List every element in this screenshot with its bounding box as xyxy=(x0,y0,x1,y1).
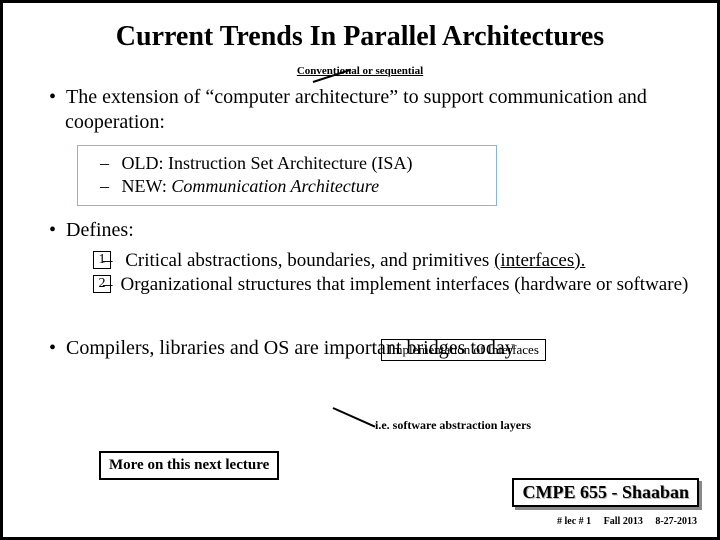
sub-old: OLD: Instruction Set Architecture (ISA) xyxy=(100,152,484,175)
number-box-1: 1 xyxy=(93,251,111,269)
footer-date: 8-27-2013 xyxy=(655,516,697,527)
define-row-1: 1 Critical abstractions, boundaries, and… xyxy=(31,249,689,273)
bullet-3: Compilers, libraries and OS are importan… xyxy=(49,336,689,361)
implementation-box: Implementation of Interfaces xyxy=(381,339,546,361)
more-next-lecture-box: More on this next lecture xyxy=(99,451,279,480)
sub-new: NEW: Communication Architecture xyxy=(100,175,484,198)
slide: Current Trends In Parallel Architectures… xyxy=(0,0,720,540)
sub-new-prefix: NEW: xyxy=(122,176,172,196)
slide-title: Current Trends In Parallel Architectures xyxy=(31,21,689,53)
define-row-2: 2 Organizational structures that impleme… xyxy=(31,273,689,297)
number-box-2: 2 xyxy=(93,275,111,293)
sub-old-text: Instruction Set Architecture (ISA) xyxy=(168,153,412,173)
footer: # lec # 1 Fall 2013 8-27-2013 xyxy=(547,516,697,527)
connector-line-2-icon xyxy=(333,407,376,428)
course-box: CMPE 655 - Shaaban xyxy=(512,478,699,507)
old-new-box: OLD: Instruction Set Architecture (ISA) … xyxy=(77,145,497,206)
footer-lec: # lec # 1 xyxy=(557,516,591,527)
bullet-list: The extension of “computer architecture”… xyxy=(31,85,689,361)
annotation-top: Conventional or sequential xyxy=(3,65,717,77)
define-2: Organizational structures that implement… xyxy=(103,273,689,297)
sub-old-prefix: OLD: xyxy=(122,153,169,173)
define-1b: (interfaces). xyxy=(494,250,585,271)
sub-new-text: Communication Architecture xyxy=(171,176,379,196)
define-1: Critical abstractions, boundaries, and p… xyxy=(103,249,689,273)
define-1a: Critical abstractions, boundaries, and p… xyxy=(125,250,494,271)
footer-term: Fall 2013 xyxy=(604,516,643,527)
annotation-mid: i.e. software abstraction layers xyxy=(375,418,531,433)
bullet-2: Defines: xyxy=(49,218,689,243)
bullet-1: The extension of “computer architecture”… xyxy=(49,85,689,135)
